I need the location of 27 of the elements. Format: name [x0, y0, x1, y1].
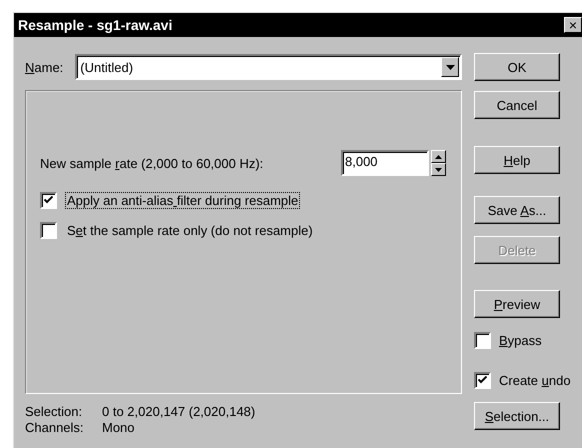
dialog-button[interactable]: Save As...: [474, 196, 560, 224]
spin-buttons[interactable]: [431, 150, 446, 176]
dialog-button[interactable]: OK: [474, 53, 560, 81]
name-label: Name:: [25, 60, 64, 74]
checkbox-label[interactable]: Create undo: [497, 372, 573, 388]
info-label: Channels:: [25, 420, 85, 436]
name-dropdown[interactable]: (Untitled): [75, 54, 462, 80]
info-label: Selection:: [25, 404, 84, 420]
checkbox[interactable]: [40, 222, 57, 238]
checkmark-icon: [478, 376, 487, 384]
checkbox-label[interactable]: Set the sample rate only (do not resample): [65, 222, 315, 238]
info-value: Mono: [102, 420, 136, 436]
dialog-button[interactable]: Selection...: [474, 402, 560, 430]
dialog-button[interactable]: Help: [474, 146, 560, 174]
checkbox[interactable]: [474, 372, 491, 388]
window-title: Resample - sg1-raw.avi: [18, 17, 172, 33]
dialog-button[interactable]: Cancel: [474, 91, 560, 119]
checkbox-label[interactable]: Apply an anti-alias filter during resample: [65, 192, 300, 208]
dialog-button[interactable]: Preview: [474, 290, 560, 318]
checkbox[interactable]: [474, 332, 491, 348]
sample-rate-field[interactable]: 8,000: [341, 150, 429, 176]
checkbox[interactable]: [40, 192, 57, 208]
checkmark-icon: [44, 196, 53, 204]
checkbox-label[interactable]: Bypass: [497, 332, 544, 348]
info-value: 0 to 2,020,147 (2,020,148): [102, 404, 256, 420]
sample-rate-label: New sample rate (2,000 to 60,000 Hz):: [40, 156, 264, 170]
close-button[interactable]: ×: [564, 17, 582, 33]
